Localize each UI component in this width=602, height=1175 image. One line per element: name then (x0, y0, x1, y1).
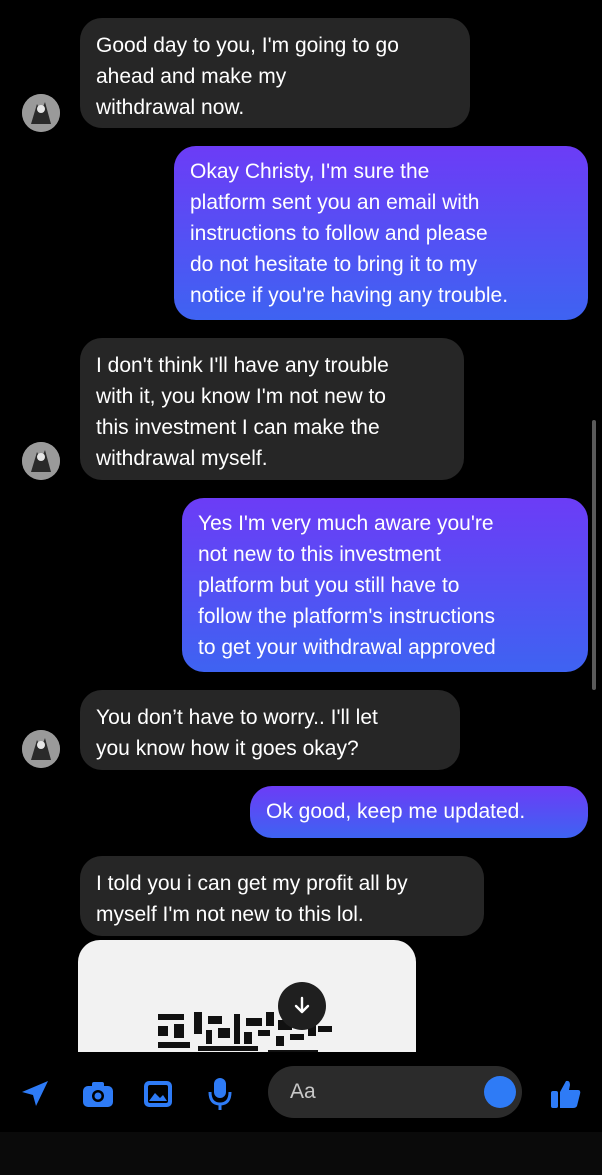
camera-button[interactable] (78, 1074, 118, 1114)
message-input-placeholder: Aa (290, 1080, 316, 1103)
message-bubble-outgoing[interactable]: Okay Christy, I'm sure the platform sent… (174, 146, 588, 320)
chat-thread[interactable]: Good day to you, I'm going to go ahead a… (0, 0, 602, 1065)
message-bubble-incoming[interactable]: You don’t have to worry.. I'll let you k… (80, 690, 460, 770)
send-arrow-icon (22, 1081, 48, 1106)
image-attachment[interactable] (78, 940, 416, 1065)
contact-avatar[interactable] (22, 442, 60, 480)
contact-avatar[interactable] (22, 94, 60, 132)
download-button[interactable] (278, 982, 326, 1030)
avatar-icon (22, 94, 60, 132)
emoji-icon[interactable] (484, 1076, 516, 1108)
message-bubble-outgoing[interactable]: Ok good, keep me updated. (250, 786, 588, 838)
scrollbar[interactable] (592, 420, 596, 690)
message-bubble-incoming[interactable]: Good day to you, I'm going to go ahead a… (80, 18, 470, 128)
avatar-icon (22, 442, 60, 480)
download-icon (294, 996, 310, 1014)
composer-bar: Aa (0, 1052, 602, 1132)
microphone-icon (208, 1078, 232, 1110)
gallery-icon (144, 1081, 172, 1107)
microphone-button[interactable] (200, 1072, 240, 1116)
thumbs-up-button[interactable] (544, 1072, 588, 1116)
message-bubble-incoming[interactable]: I don't think I'll have any trouble with… (80, 338, 464, 480)
message-bubble-incoming[interactable]: I told you i can get my profit all by my… (80, 856, 484, 936)
thumbs-up-icon (551, 1080, 581, 1108)
avatar-icon (22, 730, 60, 768)
camera-icon (83, 1082, 113, 1107)
message-input[interactable]: Aa (268, 1066, 522, 1118)
contact-avatar[interactable] (22, 730, 60, 768)
message-bubble-outgoing[interactable]: Yes I'm very much aware you're not new t… (182, 498, 588, 672)
send-arrow-button[interactable] (14, 1074, 54, 1114)
gallery-button[interactable] (138, 1074, 178, 1114)
bottom-area (0, 1132, 602, 1175)
